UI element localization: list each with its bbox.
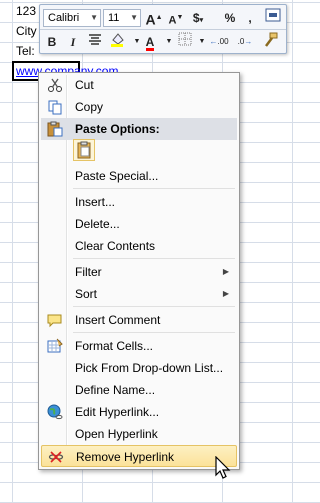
menu-item-label: Filter (75, 265, 102, 279)
context-menu: Cut Copy Paste Options: Paste Special...… (38, 72, 240, 470)
chevron-down-icon[interactable]: ▼ (90, 10, 98, 26)
menu-item-label: Copy (75, 100, 104, 114)
menu-item-remove-hyperlink[interactable]: Remove Hyperlink (41, 445, 237, 467)
globe-link-icon (47, 404, 63, 420)
decrease-decimal-button[interactable]: .0→ (233, 32, 257, 52)
format-painter-border-icon[interactable] (263, 8, 283, 28)
percent-button[interactable]: % (220, 8, 240, 28)
menu-item-insert[interactable]: Insert... (41, 191, 237, 213)
menu-separator (73, 332, 235, 333)
menu-item-sort[interactable]: Sort ▶ (41, 283, 237, 305)
cell-a2[interactable]: City (16, 24, 37, 38)
menu-item-label: Insert Comment (75, 313, 161, 327)
bold-button[interactable]: B (42, 32, 62, 52)
menu-item-format-cells[interactable]: Format Cells... (41, 335, 237, 357)
font-name-box[interactable]: Calibri ▼ (43, 9, 101, 27)
submenu-arrow-icon: ▶ (222, 267, 229, 276)
grow-font-button[interactable]: A▲ (144, 8, 164, 28)
menu-item-label: Define Name... (75, 383, 156, 397)
menu-separator (73, 306, 235, 307)
menu-item-paste-special[interactable]: Paste Special... (41, 165, 237, 187)
italic-button[interactable]: I (63, 32, 83, 52)
menu-item-label: Edit Hyperlink... (75, 405, 160, 419)
remove-link-icon (48, 449, 64, 465)
fill-color-icon[interactable] (108, 32, 128, 52)
currency-button[interactable]: $▾ (188, 8, 208, 28)
font-name-value: Calibri (48, 12, 80, 24)
cell-a3[interactable]: Tel: (16, 44, 35, 58)
copy-icon (47, 99, 63, 115)
chevron-down-icon[interactable]: ▼ (130, 10, 138, 26)
menu-item-open-hyperlink[interactable]: Open Hyperlink (41, 423, 237, 445)
menu-item-define-name[interactable]: Define Name... (41, 379, 237, 401)
menu-item-edit-hyperlink[interactable]: Edit Hyperlink... (41, 401, 237, 423)
menu-item-label: Remove Hyperlink (76, 450, 175, 464)
menu-separator (73, 188, 235, 189)
menu-item-label: Open Hyperlink (75, 427, 158, 441)
menu-item-delete[interactable]: Delete... (41, 213, 237, 235)
menu-item-label: Format Cells... (75, 339, 154, 353)
align-center-icon[interactable] (85, 32, 105, 52)
format-cells-icon (47, 338, 63, 354)
menu-item-label: Paste Options: (75, 122, 160, 136)
cell-a1[interactable]: 123 (16, 4, 36, 18)
menu-item-label: Delete... (75, 217, 120, 231)
font-color-button[interactable]: A (140, 32, 160, 52)
menu-item-label: Cut (75, 78, 94, 92)
menu-item-label: Paste Special... (75, 169, 159, 183)
menu-item-clear-contents[interactable]: Clear Contents (41, 235, 237, 257)
comma-button[interactable]: , (240, 8, 260, 28)
menu-item-filter[interactable]: Filter ▶ (41, 261, 237, 283)
submenu-arrow-icon: ▶ (222, 289, 229, 298)
scissors-icon (47, 77, 63, 93)
menu-item-label: Pick From Drop-down List... (75, 361, 224, 375)
paste-options-header: Paste Options: (41, 118, 237, 140)
menu-item-label: Insert... (75, 195, 116, 209)
mouse-cursor-icon (215, 455, 233, 483)
menu-item-cut[interactable]: Cut (41, 74, 237, 96)
menu-item-label: Sort (75, 287, 98, 301)
paste-icon (74, 141, 94, 163)
font-size-box[interactable]: 11 ▼ (103, 9, 141, 27)
menu-item-label: Clear Contents (75, 239, 156, 253)
paste-option-button[interactable] (73, 139, 95, 161)
format-painter-icon[interactable] (261, 32, 281, 52)
comment-icon (47, 312, 63, 328)
increase-decimal-button[interactable]: ←.00 (207, 32, 231, 52)
menu-item-pick-from-list[interactable]: Pick From Drop-down List... (41, 357, 237, 379)
shrink-font-button[interactable]: A▼ (166, 8, 186, 28)
clipboard-icon (47, 121, 63, 137)
toolbar-divider (40, 29, 286, 30)
menu-item-insert-comment[interactable]: Insert Comment (41, 309, 237, 331)
menu-separator (73, 258, 235, 259)
font-size-value: 11 (108, 12, 120, 24)
menu-item-copy[interactable]: Copy (41, 96, 237, 118)
mini-toolbar: Calibri ▼ 11 ▼ A▲ A▼ $▾ % , B I ▼ A ▼ ▼ … (39, 4, 287, 54)
